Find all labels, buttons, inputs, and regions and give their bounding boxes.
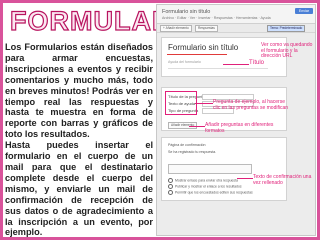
annotation-theme: Ver como va quedando el formulario y la … [261, 42, 313, 60]
paragraph-2: Hasta puedes insertar el formulario en e… [5, 140, 153, 238]
confirmation-label: Página de confirmación [168, 143, 206, 147]
slide: FORMULARIOS Los Formularios están diseña… [0, 0, 320, 240]
theme-button[interactable]: Tema: Predeterminado [267, 25, 306, 32]
checkbox-icon [168, 178, 173, 183]
annotation-arrow-confirmation [237, 178, 253, 179]
annotation-question: Pregunta de ejemplo, al hacerse clic en … [213, 99, 289, 111]
forms-screenshot: Formulario sin título Archivo · Editar ·… [156, 4, 316, 236]
annotation-arrow-question [195, 103, 213, 104]
form-title[interactable]: Formulario sin título [168, 43, 238, 52]
send-button[interactable]: Enviar [295, 8, 313, 14]
option-row-2[interactable]: Publicar y mostrar el enlace a los resul… [168, 184, 242, 189]
form-description-hint: Ayuda del formulario [168, 60, 201, 64]
confirmation-textarea[interactable] [168, 164, 252, 174]
confirmation-message-label: Se ha registrado tu respuesta. [168, 150, 217, 154]
screenshot-menu: Archivo · Editar · Ver · Insertar · Resp… [162, 16, 271, 20]
frame-left [0, 0, 3, 240]
divider [168, 68, 268, 69]
add-item-button[interactable]: + Añadir elemento [160, 25, 192, 32]
option-row-1[interactable]: Mostrar enlace para enviar otra respuest… [168, 178, 238, 183]
responses-button[interactable]: Respuestas [195, 25, 218, 32]
screenshot-header: Formulario sin título Archivo · Editar ·… [157, 5, 315, 24]
screenshot-toolbar: + Añadir elemento Respuestas Tema: Prede… [157, 24, 315, 33]
paragraph-1: Los Formularios están diseñados para arm… [5, 42, 153, 140]
option-row-3[interactable]: Permitir que los encuestados editen sus … [168, 190, 253, 195]
title-highlight [167, 54, 227, 55]
frame-top [0, 0, 320, 3]
question-highlight [165, 91, 197, 115]
annotation-arrow-title [223, 64, 249, 65]
annotation-confirmation: Texto de confirmación una vez rellenado [253, 174, 312, 186]
description: Los Formularios están diseñados para arm… [5, 42, 153, 238]
checkbox-icon [168, 184, 173, 189]
annotation-title: Título [249, 60, 265, 66]
screenshot-window-title: Formulario sin título [162, 9, 211, 15]
annotation-arrow-add [189, 126, 205, 127]
checkbox-icon [168, 190, 173, 195]
confirmation-card: Página de confirmación Se ha registrado … [161, 137, 287, 201]
annotation-add-item: Añadir preguntas en diferentes formatos [205, 122, 274, 134]
page-title: FORMULARIOS [9, 5, 222, 36]
